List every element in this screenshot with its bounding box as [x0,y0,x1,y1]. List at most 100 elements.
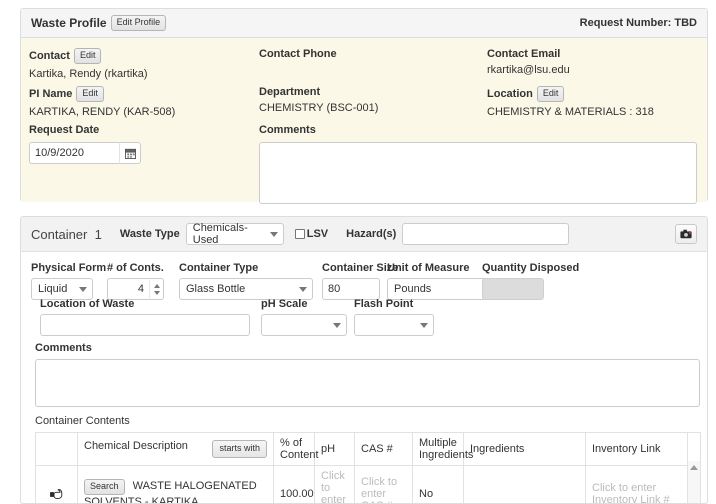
row-multiple-ingredients-cell[interactable]: No [413,466,464,504]
lsv-checkbox-box[interactable] [295,229,305,239]
pi-name-field: PI Name Edit KARTIKA, RENDY (KAR-508) [29,86,175,118]
unit-of-measure-value: Pounds [394,283,431,295]
waste-request-page: Waste Profile Edit Profile Request Numbe… [0,0,716,504]
row-inventory-link-cell[interactable]: Click to enter Inventory Link # [586,466,688,504]
calendar-icon[interactable] [119,142,141,164]
physical-form-select[interactable]: Liquid [31,278,93,300]
container-type-select[interactable]: Glass Bottle [179,278,313,300]
column-cas: CAS # [355,433,413,466]
row-percent-of-content-cell[interactable]: 100.00 [274,466,315,504]
starts-with-button[interactable]: starts with [212,440,267,458]
stepper-down-icon[interactable] [154,291,160,295]
row-select-cell[interactable] [36,466,78,504]
physical-form-field: Physical Form Liquid [31,262,106,300]
row-cas-cell[interactable]: Click to enter CAS # [355,466,413,504]
location-edit-button[interactable]: Edit [537,86,565,102]
waste-type-select[interactable]: Chemicals-Used [186,223,284,245]
profile-comments-textarea[interactable] [259,142,697,204]
container-number: 1 [95,227,102,242]
stepper-up-icon[interactable] [154,284,160,288]
physical-form-value: Liquid [38,283,67,295]
location-of-waste-label: Location of Waste [40,298,250,310]
lsv-checkbox[interactable]: LSV [295,228,328,240]
ph-scale-select[interactable] [261,314,347,336]
column-ingredients: Ingredients [464,433,586,466]
waste-profile-card: Waste Profile Edit Profile Request Numbe… [20,8,708,202]
lsv-label: LSV [307,228,328,240]
pi-name-value: KARTIKA, RENDY (KAR-508) [29,106,175,118]
ph-scale-field: pH Scale [261,298,347,336]
waste-type-value: Chemicals-Used [193,222,265,246]
ph-scale-label: pH Scale [261,298,347,310]
container-title: Container 1 [31,227,102,242]
contact-value: Kartika, Rendy (rkartika) [29,68,148,80]
chevron-down-icon [333,323,341,328]
table-vertical-scrollbar[interactable] [687,461,700,500]
chevron-down-icon [420,323,428,328]
table-header-row: Chemical Description starts with % of Co… [36,433,701,466]
quantity-disposed-field: Quantity Disposed [482,262,579,300]
request-date-field: Request Date [29,124,141,164]
container-contents-title: Container Contents [35,415,700,427]
pi-name-edit-button[interactable]: Edit [76,86,104,102]
request-date-input[interactable] [29,142,119,164]
contact-email-label: Contact Email [487,48,560,60]
location-label: Location [487,88,533,100]
row-ph-cell[interactable]: Click to enter pH [315,466,355,504]
contact-label: Contact [29,50,70,62]
pi-name-label: PI Name [29,88,72,100]
row-ph-placeholder: Click to enter pH [321,470,346,504]
container-panel-header: Container 1 Waste Type Chemicals-Used LS… [21,217,707,252]
container-title-text: Container [31,227,87,242]
num-conts-field: # of Conts. [107,262,164,300]
department-value: CHEMISTRY (BSC-001) [259,102,378,114]
request-date-label: Request Date [29,124,99,136]
contact-field: Contact Edit Kartika, Rendy (rkartika) [29,48,148,80]
column-percent-of-content: % of Content [274,433,315,466]
waste-type-label: Waste Type [120,228,180,240]
waste-profile-body: Contact Edit Kartika, Rendy (rkartika) Co… [21,38,707,202]
physical-form-label: Physical Form [31,262,106,274]
edit-profile-button[interactable]: Edit Profile [111,15,167,31]
chevron-down-icon [79,287,87,292]
hazards-input[interactable] [402,223,569,245]
contact-phone-field: Contact Phone [259,48,337,77]
container-size-input[interactable] [322,278,380,300]
scroll-up-icon[interactable] [690,465,698,470]
container-type-label: Container Type [179,262,313,274]
quantity-disposed-input [482,278,544,300]
column-ph: pH [315,433,355,466]
container-contents-section: Container Contents Chemical [35,415,700,504]
flash-point-select[interactable] [354,314,434,336]
chevron-down-icon [299,287,307,292]
container-comments-textarea[interactable] [35,359,700,407]
camera-icon[interactable] [675,224,697,244]
chevron-down-icon [270,232,278,237]
column-select [36,433,78,466]
row-ingredients-cell[interactable] [464,466,586,504]
contact-phone-label: Contact Phone [259,48,337,60]
num-conts-input[interactable] [107,278,149,300]
quantity-disposed-label: Quantity Disposed [482,262,579,274]
row-chemical-description-cell[interactable]: Search WASTE HALOGENATED SOLVENTS - KART… [78,466,274,504]
flash-point-field: Flash Point [354,298,434,336]
request-number: Request Number: TBD [580,17,697,29]
waste-profile-header: Waste Profile Edit Profile Request Numbe… [21,9,707,38]
search-button[interactable]: Search [84,479,125,495]
row-inventory-link-placeholder: Click to enter Inventory Link # [592,482,670,504]
num-conts-label: # of Conts. [107,262,164,274]
department-label: Department [259,86,320,98]
container-panel: Container 1 Waste Type Chemicals-Used LS… [20,216,708,504]
profile-comments-field: Comments [259,124,697,207]
num-conts-stepper[interactable] [149,278,164,300]
container-comments-field: Comments [35,342,700,410]
location-field: LocationEdit CHEMISTRY & MATERIALS : 318 [487,86,654,118]
contact-email-field: Contact Email rkartika@lsu.edu [487,48,570,76]
page-title: Waste Profile [31,16,107,30]
table-row[interactable]: Search WASTE HALOGENATED SOLVENTS - KART… [36,466,701,504]
container-type-value: Glass Bottle [186,283,245,295]
contact-edit-button[interactable]: Edit [74,48,102,64]
pointing-hand-icon[interactable] [49,486,65,503]
location-of-waste-input[interactable] [40,314,250,336]
location-of-waste-field: Location of Waste [40,298,250,336]
